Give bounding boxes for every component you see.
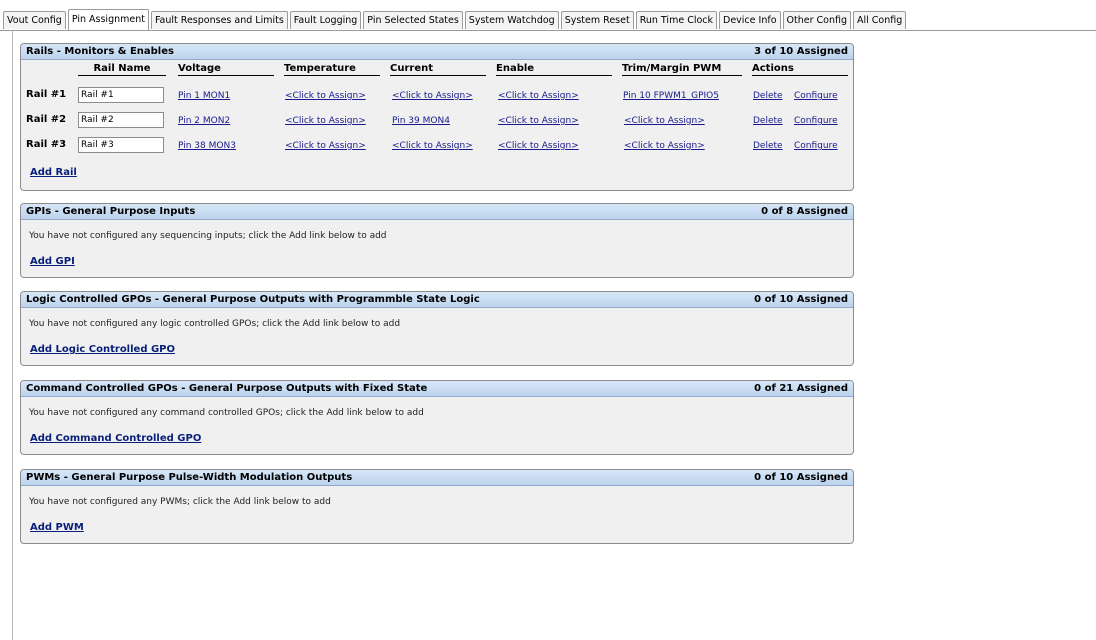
pwms-panel-header: PWMs - General Purpose Pulse-Width Modul… xyxy=(21,470,853,486)
configure-rail-link[interactable]: Configure xyxy=(794,116,838,126)
voltage-pin-link[interactable]: Pin 2 MON2 xyxy=(178,116,230,126)
configure-rail-link[interactable]: Configure xyxy=(794,141,838,151)
add-command-gpo-link[interactable]: Add Command Controlled GPO xyxy=(30,433,201,444)
temperature-assign-link[interactable]: <Click to Assign> xyxy=(285,116,366,126)
logic-gpos-panel: Logic Controlled GPOs - General Purpose … xyxy=(20,291,854,366)
command-gpos-panel: Command Controlled GPOs - General Purpos… xyxy=(20,380,854,455)
main-content: Rails - Monitors & Enables 3 of 10 Assig… xyxy=(12,31,1096,640)
tab-list: Vout Config Pin Assignment Fault Respons… xyxy=(3,9,908,30)
temperature-assign-link[interactable]: <Click to Assign> xyxy=(285,91,366,101)
rails-assigned-count: 3 of 10 Assigned xyxy=(754,46,848,57)
configure-rail-link[interactable]: Configure xyxy=(794,91,838,101)
pwms-empty-message: You have not configured any PWMs; click … xyxy=(29,497,331,507)
col-voltage: Voltage xyxy=(178,62,274,76)
enable-assign-link[interactable]: <Click to Assign> xyxy=(498,116,579,126)
logic-gpos-panel-header: Logic Controlled GPOs - General Purpose … xyxy=(21,292,853,308)
pwms-panel: PWMs - General Purpose Pulse-Width Modul… xyxy=(20,469,854,544)
pwms-assigned-count: 0 of 10 Assigned xyxy=(754,472,848,483)
command-gpos-panel-header: Command Controlled GPOs - General Purpos… xyxy=(21,381,853,397)
command-gpos-panel-title: Command Controlled GPOs - General Purpos… xyxy=(26,383,428,394)
tab-system-reset[interactable]: System Reset xyxy=(560,11,634,29)
tab-fault-responses[interactable]: Fault Responses and Limits xyxy=(150,11,288,29)
gpis-panel-header: GPIs - General Purpose Inputs 0 of 8 Ass… xyxy=(21,204,853,220)
col-rail-name: Rail Name xyxy=(78,62,166,76)
trim-pwm-link[interactable]: Pin 10 FPWM1_GPIO5 xyxy=(623,91,719,101)
add-pwm-link[interactable]: Add PWM xyxy=(30,522,84,533)
tab-system-watchdog[interactable]: System Watchdog xyxy=(464,11,559,29)
rail-name-input[interactable] xyxy=(78,137,164,153)
temperature-assign-link[interactable]: <Click to Assign> xyxy=(285,141,366,151)
col-trim-margin-pwm: Trim/Margin PWM xyxy=(622,62,742,76)
delete-rail-link[interactable]: Delete xyxy=(753,116,783,126)
pwms-panel-title: PWMs - General Purpose Pulse-Width Modul… xyxy=(26,472,353,483)
current-assign-link[interactable]: <Click to Assign> xyxy=(392,141,473,151)
rails-panel-title: Rails - Monitors & Enables xyxy=(26,46,174,57)
enable-assign-link[interactable]: <Click to Assign> xyxy=(498,91,579,101)
gpis-panel: GPIs - General Purpose Inputs 0 of 8 Ass… xyxy=(20,203,854,278)
tab-other-config[interactable]: Other Config xyxy=(782,11,851,29)
col-enable: Enable xyxy=(496,62,612,76)
rails-panel: Rails - Monitors & Enables 3 of 10 Assig… xyxy=(20,43,854,191)
tab-pin-assignment[interactable]: Pin Assignment xyxy=(67,9,149,30)
logic-gpos-empty-message: You have not configured any logic contro… xyxy=(29,319,401,329)
rail-row-label: Rail #1 xyxy=(26,89,67,100)
logic-gpos-panel-title: Logic Controlled GPOs - General Purpose … xyxy=(26,294,480,305)
rails-panel-header: Rails - Monitors & Enables 3 of 10 Assig… xyxy=(21,44,853,60)
add-rail-link[interactable]: Add Rail xyxy=(30,167,77,178)
current-assign-link[interactable]: <Click to Assign> xyxy=(392,91,473,101)
tab-vout-config[interactable]: Vout Config xyxy=(3,11,66,29)
tab-pin-selected-states[interactable]: Pin Selected States xyxy=(363,11,463,29)
gpis-empty-message: You have not configured any sequencing i… xyxy=(29,231,387,241)
delete-rail-link[interactable]: Delete xyxy=(753,141,783,151)
voltage-pin-link[interactable]: Pin 38 MON3 xyxy=(178,141,236,151)
tab-all-config[interactable]: All Config xyxy=(853,11,907,29)
tab-bar: Vout Config Pin Assignment Fault Respons… xyxy=(0,0,1096,32)
command-gpos-assigned-count: 0 of 21 Assigned xyxy=(754,383,848,394)
current-pin-link[interactable]: Pin 39 MON4 xyxy=(392,116,450,126)
tab-fault-logging[interactable]: Fault Logging xyxy=(289,11,362,29)
logic-gpos-assigned-count: 0 of 10 Assigned xyxy=(754,294,848,305)
voltage-pin-link[interactable]: Pin 1 MON1 xyxy=(178,91,230,101)
add-gpi-link[interactable]: Add GPI xyxy=(30,256,75,267)
rail-name-input[interactable] xyxy=(78,112,164,128)
add-logic-gpo-link[interactable]: Add Logic Controlled GPO xyxy=(30,344,175,355)
gpis-assigned-count: 0 of 8 Assigned xyxy=(761,206,848,217)
trim-assign-link[interactable]: <Click to Assign> xyxy=(624,116,705,126)
col-temperature: Temperature xyxy=(284,62,380,76)
col-actions: Actions xyxy=(752,62,848,76)
col-current: Current xyxy=(390,62,486,76)
delete-rail-link[interactable]: Delete xyxy=(753,91,783,101)
tab-run-time-clock[interactable]: Run Time Clock xyxy=(635,11,718,29)
tab-device-info[interactable]: Device Info xyxy=(719,11,781,29)
gpis-panel-title: GPIs - General Purpose Inputs xyxy=(26,206,196,217)
rail-row-label: Rail #3 xyxy=(26,139,67,150)
command-gpos-empty-message: You have not configured any command cont… xyxy=(29,408,424,418)
trim-assign-link[interactable]: <Click to Assign> xyxy=(624,141,705,151)
enable-assign-link[interactable]: <Click to Assign> xyxy=(498,141,579,151)
rail-name-input[interactable] xyxy=(78,87,164,103)
rail-row-label: Rail #2 xyxy=(26,114,67,125)
